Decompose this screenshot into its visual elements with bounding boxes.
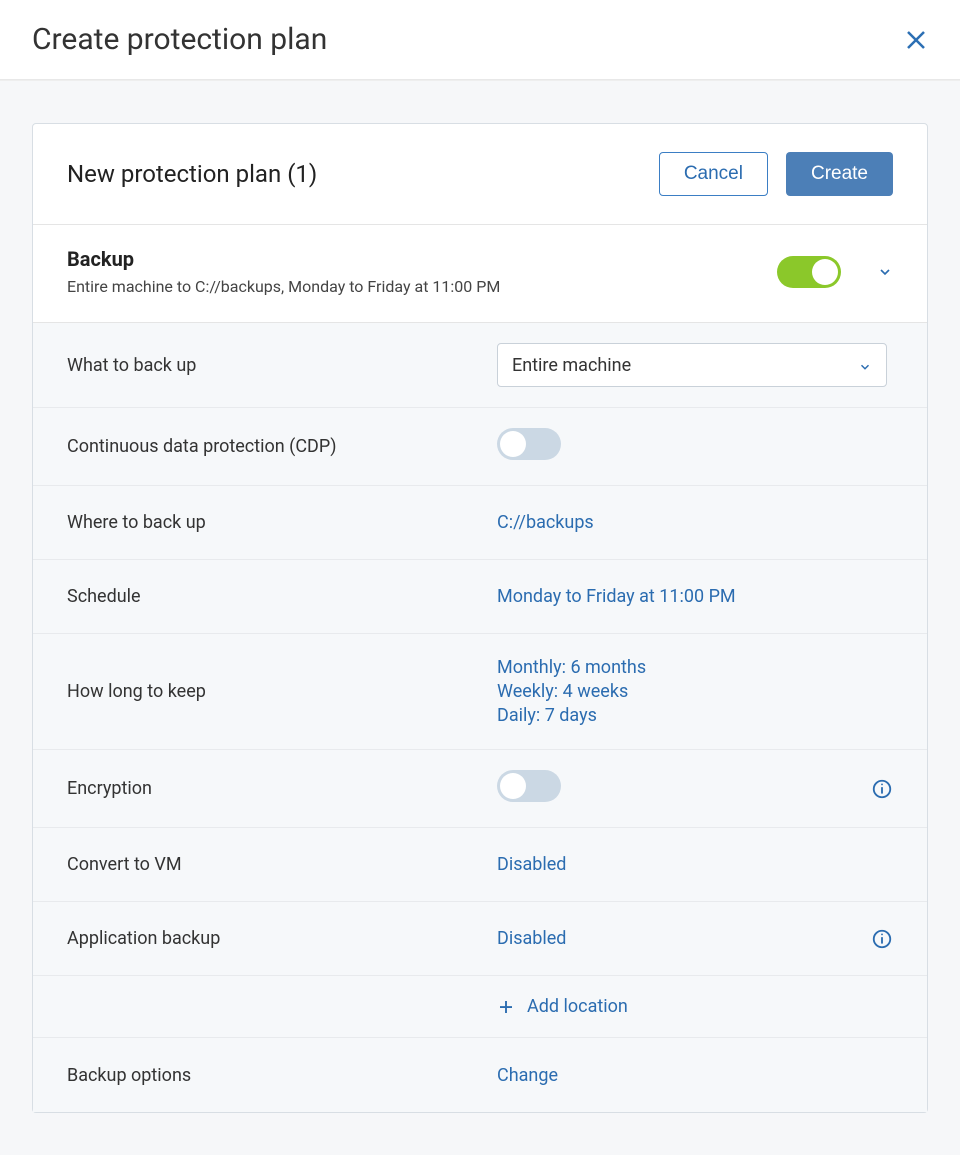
- row-backup-options: Backup options Change: [33, 1038, 927, 1112]
- backup-toggle[interactable]: [777, 256, 841, 288]
- convert-label: Convert to VM: [67, 854, 497, 875]
- row-keep: How long to keep Monthly: 6 months Weekl…: [33, 634, 927, 750]
- row-add-location: Add location: [33, 976, 927, 1038]
- close-icon[interactable]: [904, 28, 928, 52]
- encryption-label: Encryption: [67, 778, 497, 799]
- where-value[interactable]: C://backups: [497, 512, 893, 533]
- chevron-down-icon[interactable]: [877, 264, 893, 280]
- what-to-backup-label: What to back up: [67, 355, 497, 376]
- cdp-toggle[interactable]: [497, 428, 561, 460]
- keep-values[interactable]: Monthly: 6 months Weekly: 4 weeks Daily:…: [497, 654, 893, 729]
- backup-section-head: Backup Entire machine to C://backups, Mo…: [33, 225, 927, 323]
- info-icon[interactable]: [871, 778, 893, 800]
- cdp-label: Continuous data protection (CDP): [67, 436, 497, 457]
- keep-daily: Daily: 7 days: [497, 705, 893, 726]
- appbackup-value[interactable]: Disabled: [497, 928, 859, 949]
- add-location-label: Add location: [527, 996, 628, 1017]
- schedule-label: Schedule: [67, 586, 497, 607]
- row-schedule: Schedule Monday to Friday at 11:00 PM: [33, 560, 927, 634]
- keep-weekly: Weekly: 4 weeks: [497, 681, 893, 702]
- options-value[interactable]: Change: [497, 1065, 893, 1086]
- row-app-backup: Application backup Disabled: [33, 902, 927, 976]
- row-cdp: Continuous data protection (CDP): [33, 408, 927, 486]
- info-icon[interactable]: [871, 928, 893, 950]
- row-where: Where to back up C://backups: [33, 486, 927, 560]
- panel-head: New protection plan (1) Cancel Create: [33, 124, 927, 225]
- backup-summary: Entire machine to C://backups, Monday to…: [67, 277, 500, 296]
- where-label: Where to back up: [67, 512, 497, 533]
- create-button[interactable]: Create: [786, 152, 893, 196]
- what-to-backup-value: Entire machine: [512, 355, 631, 376]
- plan-panel: New protection plan (1) Cancel Create Ba…: [32, 123, 928, 1113]
- add-location-button[interactable]: Add location: [497, 996, 628, 1017]
- what-to-backup-select[interactable]: Entire machine: [497, 343, 887, 387]
- encryption-toggle[interactable]: [497, 770, 561, 802]
- row-what-to-backup: What to back up Entire machine: [33, 323, 927, 408]
- convert-value[interactable]: Disabled: [497, 854, 893, 875]
- appbackup-label: Application backup: [67, 928, 497, 949]
- backup-title: Backup: [67, 247, 500, 271]
- head-buttons: Cancel Create: [659, 152, 893, 196]
- keep-monthly: Monthly: 6 months: [497, 657, 893, 678]
- modal-header: Create protection plan: [0, 0, 960, 80]
- page-title: Create protection plan: [32, 22, 327, 57]
- options-label: Backup options: [67, 1065, 497, 1086]
- row-convert-vm: Convert to VM Disabled: [33, 828, 927, 902]
- keep-label: How long to keep: [67, 681, 497, 702]
- row-encryption: Encryption: [33, 750, 927, 828]
- chevron-down-icon: [858, 358, 872, 372]
- cancel-button[interactable]: Cancel: [659, 152, 768, 196]
- schedule-value[interactable]: Monday to Friday at 11:00 PM: [497, 586, 893, 607]
- panel-title: New protection plan (1): [67, 160, 317, 188]
- content-area: New protection plan (1) Cancel Create Ba…: [0, 80, 960, 1155]
- plus-icon: [497, 998, 515, 1016]
